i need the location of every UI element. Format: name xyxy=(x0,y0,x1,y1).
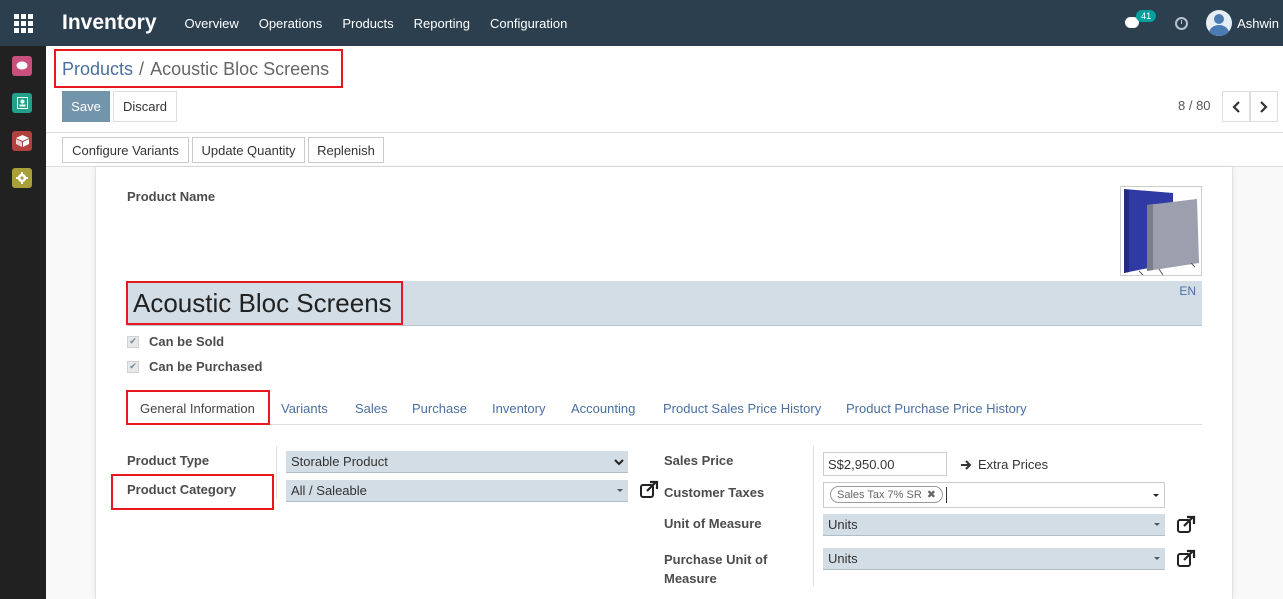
pager-next-button[interactable] xyxy=(1250,91,1278,122)
control-panel: Products / Acoustic Bloc Screens Save Disc… xyxy=(46,46,1283,133)
can-be-sold-checkbox[interactable]: ✔ xyxy=(127,335,139,348)
purchase-uom-label-line2: Measure xyxy=(664,571,717,586)
translate-language-button[interactable]: EN xyxy=(1179,284,1196,298)
configure-variants-button[interactable]: Configure Variants xyxy=(62,137,189,163)
tab-purchase[interactable]: Purchase xyxy=(412,401,467,416)
can-be-sold-row: ✔ Can be Sold xyxy=(127,334,224,349)
tab-general-information[interactable]: General Information xyxy=(140,401,255,416)
product-type-value: Storable Product xyxy=(291,454,388,469)
can-be-purchased-row: ✔ Can be Purchased xyxy=(127,359,262,374)
field-separator xyxy=(276,446,277,499)
product-type-select[interactable]: Storable Product xyxy=(286,451,628,473)
chat-count-badge: 41 xyxy=(1136,10,1157,22)
product-category-select[interactable]: All / Saleable xyxy=(286,480,628,502)
discard-button[interactable]: Discard xyxy=(113,91,177,122)
arrow-right-icon xyxy=(961,459,972,470)
sales-price-input[interactable]: S$2,950.00 xyxy=(823,452,947,476)
external-link-icon[interactable] xyxy=(1176,515,1196,535)
form-statusbar: Configure Variants Update Quantity Reple… xyxy=(46,133,1283,167)
uom-select[interactable]: Units xyxy=(823,514,1165,536)
dropdown-caret-icon xyxy=(1154,523,1160,526)
chevron-down-icon xyxy=(614,459,624,466)
unit-of-measure-label: Unit of Measure xyxy=(664,516,762,531)
tax-tag[interactable]: Sales Tax 7% SR ✖ xyxy=(830,486,944,503)
extra-prices-button[interactable]: Extra Prices xyxy=(960,457,1048,472)
settings-icon[interactable] xyxy=(12,168,32,188)
external-link-icon[interactable] xyxy=(639,480,659,500)
menu-configuration[interactable]: Configuration xyxy=(490,16,567,31)
app-title[interactable]: Inventory xyxy=(62,11,157,35)
product-name-input[interactable]: Acoustic Bloc Screens EN xyxy=(127,281,1202,326)
product-category-value: All / Saleable xyxy=(291,483,367,498)
menu-overview[interactable]: Overview xyxy=(185,16,239,31)
pager-value[interactable]: 8 / 80 xyxy=(1178,98,1211,113)
breadcrumb-current: Acoustic Bloc Screens xyxy=(150,59,330,79)
pager-previous-button[interactable] xyxy=(1222,91,1250,122)
discuss-icon[interactable] xyxy=(12,56,32,76)
avatar[interactable] xyxy=(1206,10,1233,36)
tab-product-sales-price-history[interactable]: Product Sales Price History xyxy=(663,401,821,416)
text-cursor xyxy=(946,487,947,503)
contacts-icon[interactable] xyxy=(12,93,32,113)
extra-prices-label: Extra Prices xyxy=(978,457,1049,472)
user-name[interactable]: Ashwin xyxy=(1237,16,1279,31)
product-type-label: Product Type xyxy=(127,453,210,468)
product-name-value: Acoustic Bloc Screens xyxy=(133,288,392,318)
chevron-right-icon xyxy=(1260,100,1268,113)
inventory-icon[interactable] xyxy=(12,131,32,151)
external-link-icon[interactable] xyxy=(1176,549,1196,569)
dropdown-caret-icon xyxy=(1153,494,1159,497)
field-separator-right xyxy=(813,446,814,586)
update-quantity-button[interactable]: Update Quantity xyxy=(192,137,305,163)
sales-price-value: S$2,950.00 xyxy=(828,456,895,472)
save-button[interactable]: Save xyxy=(62,91,110,122)
main-content: Products / Acoustic Bloc Screens Save Disc… xyxy=(46,46,1283,599)
menu-products[interactable]: Products xyxy=(342,16,393,31)
form-tabs: General Information Variants Sales Purch… xyxy=(127,393,1202,425)
top-navbar: Inventory Overview Operations Products R… xyxy=(0,0,1283,46)
customer-taxes-input[interactable]: Sales Tax 7% SR ✖ xyxy=(823,482,1165,508)
tax-tag-label: Sales Tax 7% SR xyxy=(837,488,922,501)
tab-sales[interactable]: Sales xyxy=(355,401,388,416)
breadcrumb-products-link[interactable]: Products xyxy=(62,59,133,79)
tab-inventory[interactable]: Inventory xyxy=(492,401,545,416)
can-be-sold-label[interactable]: Can be Sold xyxy=(149,334,224,349)
tab-variants[interactable]: Variants xyxy=(281,401,328,416)
can-be-purchased-label[interactable]: Can be Purchased xyxy=(149,359,262,374)
chevron-left-icon xyxy=(1232,100,1240,113)
breadcrumb: Products / Acoustic Bloc Screens xyxy=(62,59,329,80)
apps-menu-icon[interactable] xyxy=(0,0,46,46)
dropdown-caret-icon xyxy=(1154,557,1160,560)
sales-price-label: Sales Price xyxy=(664,453,734,468)
purchase-uom-label-line1: Purchase Unit of xyxy=(664,552,768,567)
product-name-label: Product Name xyxy=(127,189,216,204)
form-sheet: Product Name Acoustic Bloc Screens EN ✔ … xyxy=(95,167,1233,599)
menu-reporting[interactable]: Reporting xyxy=(414,16,470,31)
product-category-label: Product Category xyxy=(127,482,237,497)
uom-value: Units xyxy=(828,517,858,532)
tab-product-purchase-price-history[interactable]: Product Purchase Price History xyxy=(846,401,1027,416)
can-be-purchased-checkbox[interactable]: ✔ xyxy=(127,360,139,373)
top-menu: Overview Operations Products Reporting C… xyxy=(185,16,588,31)
chat-icon[interactable]: 41 xyxy=(1125,10,1157,30)
dropdown-caret-icon xyxy=(617,489,623,492)
product-image[interactable] xyxy=(1120,186,1202,276)
remove-tag-icon[interactable]: ✖ xyxy=(927,488,936,501)
menu-operations[interactable]: Operations xyxy=(259,16,323,31)
activity-clock-icon[interactable] xyxy=(1175,16,1189,30)
purchase-uom-value: Units xyxy=(828,551,858,566)
purchase-uom-select[interactable]: Units xyxy=(823,548,1165,570)
customer-taxes-label: Customer Taxes xyxy=(664,485,765,500)
app-sidebar xyxy=(0,46,46,599)
replenish-button[interactable]: Replenish xyxy=(308,137,384,163)
tab-accounting[interactable]: Accounting xyxy=(571,401,635,416)
breadcrumb-separator: / xyxy=(139,59,145,79)
purchase-unit-of-measure-label: Purchase Unit of Measure xyxy=(664,550,767,588)
